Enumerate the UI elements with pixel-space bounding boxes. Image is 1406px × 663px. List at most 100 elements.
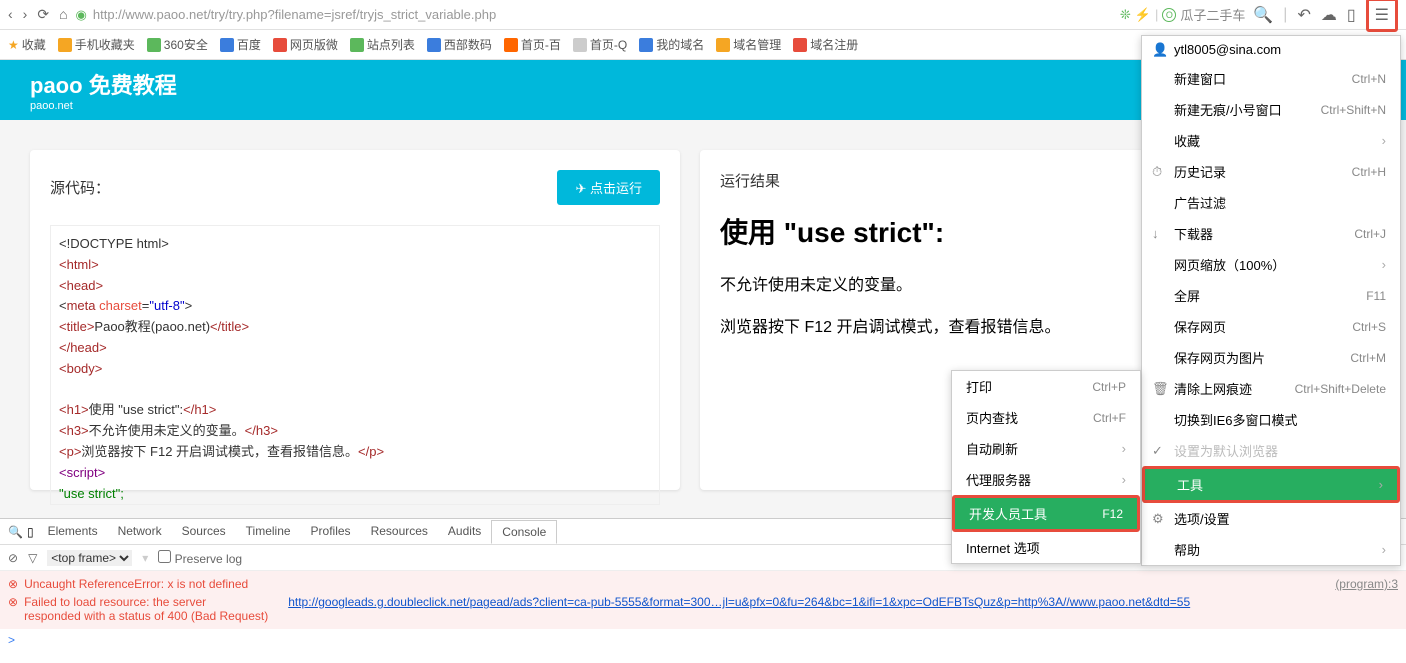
menu-item-label: 新建无痕/小号窗口 xyxy=(1174,100,1282,119)
menu-item-label: 广告过滤 xyxy=(1174,193,1226,212)
preserve-log-checkbox[interactable]: Preserve log xyxy=(158,550,242,566)
menu-item[interactable]: 全屏F11 xyxy=(1142,280,1400,311)
run-button[interactable]: ✈ 点击运行 xyxy=(557,170,660,205)
menu-shortcut: Ctrl+H xyxy=(1352,165,1386,179)
menu-item[interactable]: ⚙选项/设置 xyxy=(1142,503,1400,534)
devtools-tab[interactable]: Audits xyxy=(438,520,491,543)
console-output: ⊗ Uncaught ReferenceError: x is not defi… xyxy=(0,571,1406,629)
submenu-shortcut: Ctrl+P xyxy=(1092,380,1126,394)
reload-button[interactable]: ⟳ xyxy=(37,6,49,23)
devtools-tab[interactable]: Network xyxy=(108,520,172,543)
menu-item[interactable]: 切换到IE6多窗口模式 xyxy=(1142,404,1400,435)
devtools-tab[interactable]: Resources xyxy=(361,520,438,543)
result-title: 运行结果 xyxy=(720,170,780,191)
error-message: responded with a status of 400 (Bad Requ… xyxy=(24,609,268,623)
menu-item[interactable]: ⏱历史记录Ctrl+H xyxy=(1142,156,1400,187)
menu-item[interactable]: 新建无痕/小号窗口Ctrl+Shift+N xyxy=(1142,94,1400,125)
devtools-device-icon[interactable]: ▯ xyxy=(27,525,34,539)
menu-item-icon: ⏱ xyxy=(1152,164,1162,180)
bookmark-item[interactable]: 360安全 xyxy=(147,36,208,53)
search-icon[interactable]: 🔍 xyxy=(1253,5,1273,25)
menu-item[interactable]: 新建窗口Ctrl+N xyxy=(1142,63,1400,94)
mobile-icon[interactable]: ▯ xyxy=(1347,5,1356,25)
bookmark-item[interactable]: 百度 xyxy=(220,36,261,53)
main-menu-button[interactable]: ☰ xyxy=(1366,0,1398,32)
menu-item-label: 下载器 xyxy=(1174,224,1213,243)
menu-item[interactable]: 🗑清除上网痕迹Ctrl+Shift+Delete xyxy=(1142,373,1400,404)
menu-item[interactable]: 保存网页为图片 Ctrl+M xyxy=(1142,342,1400,373)
forward-button[interactable]: › xyxy=(23,6,28,23)
home-button[interactable]: ⌂ xyxy=(59,6,67,23)
menu-item-label: 帮助 xyxy=(1174,540,1200,559)
menu-item[interactable]: 保存网页Ctrl+S xyxy=(1142,311,1400,342)
bookmark-item[interactable]: 手机收藏夹 xyxy=(58,36,135,53)
menu-item-label: 全屏 xyxy=(1174,286,1200,305)
flash-icon: ⚡ xyxy=(1135,7,1151,23)
bookmark-item[interactable]: 西部数码 xyxy=(427,36,492,53)
submenu-label: 打印 xyxy=(966,377,992,396)
user-icon: 👤 xyxy=(1152,42,1168,58)
devtools-tab[interactable]: Elements xyxy=(38,520,108,543)
bookmark-item[interactable]: 首页-Q xyxy=(573,36,627,53)
menu-item[interactable]: ↓ 下载器 Ctrl+J xyxy=(1142,218,1400,249)
restore-icon[interactable]: ↶ xyxy=(1297,5,1310,25)
devtools-search-icon[interactable]: 🔍 xyxy=(8,525,23,539)
menu-item[interactable]: 收藏› xyxy=(1142,125,1400,156)
submenu-item[interactable]: 打印 Ctrl+P xyxy=(952,371,1140,402)
submenu-label: Internet 选项 xyxy=(966,538,1040,557)
bookmark-item[interactable]: 首页-百 xyxy=(504,36,561,53)
menu-item[interactable]: 广告过滤 xyxy=(1142,187,1400,218)
menu-item-label: 保存网页为图片 xyxy=(1174,348,1265,367)
browser-toolbar: ‹ › ⟳ ⌂ ◉ http://www.paoo.net/try/try.ph… xyxy=(0,0,1406,30)
submenu-item[interactable]: 代理服务器 › xyxy=(952,464,1140,495)
site-icon: ◉ xyxy=(76,7,87,23)
code-editor[interactable]: <!DOCTYPE html> <html> <head> <meta char… xyxy=(50,225,660,505)
frame-selector[interactable]: <top frame> xyxy=(47,550,132,566)
submenu-item[interactable]: 页内查找Ctrl+F xyxy=(952,402,1140,433)
filter-icon[interactable]: ▽ xyxy=(28,551,37,565)
menu-shortcut: Ctrl+N xyxy=(1352,72,1386,86)
menu-item-label: 切换到IE6多窗口模式 xyxy=(1174,410,1298,429)
menu-item-icon: ↓ xyxy=(1152,226,1159,241)
bookmark-item[interactable]: 域名注册 xyxy=(793,36,858,53)
chevron-right-icon: › xyxy=(1122,472,1126,487)
menu-item[interactable]: 工具› xyxy=(1145,469,1397,500)
error-url[interactable]: http://googleads.g.doubleclick.net/pagea… xyxy=(288,595,1190,623)
submenu-item[interactable]: 自动刷新› xyxy=(952,433,1140,464)
bookmark-item[interactable]: 站点列表 xyxy=(350,36,415,53)
menu-item-label: 保存网页 xyxy=(1174,317,1226,336)
submenu-label: 自动刷新 xyxy=(966,439,1018,458)
bookmark-item[interactable]: 我的域名 xyxy=(639,36,704,53)
error-message: Uncaught ReferenceError: x is not define… xyxy=(24,577,248,591)
menu-item-icon: ✓ xyxy=(1152,443,1163,459)
favorites-label[interactable]: ★收藏 xyxy=(8,36,46,53)
menu-item[interactable]: 帮助› xyxy=(1142,534,1400,565)
devtools-tab[interactable]: Timeline xyxy=(236,520,301,543)
clear-console-icon[interactable]: ⊘ xyxy=(8,551,18,565)
menu-item-label: 网页缩放（100%） xyxy=(1174,255,1285,274)
error-source[interactable]: (program):3 xyxy=(1335,577,1398,591)
devtools-tab[interactable]: Sources xyxy=(172,520,236,543)
submenu-item[interactable]: Internet 选项 xyxy=(952,532,1140,563)
address-bar[interactable]: ◉ http://www.paoo.net/try/try.php?filena… xyxy=(76,7,1112,23)
menu-shortcut: Ctrl+M xyxy=(1350,351,1386,365)
guazi-icon: O xyxy=(1162,8,1176,22)
console-prompt[interactable]: > xyxy=(0,629,1406,651)
cloud-icon[interactable]: ☁ xyxy=(1321,5,1337,25)
menu-item-label: 收藏 xyxy=(1174,131,1200,150)
source-title: 源代码： xyxy=(50,177,110,198)
menu-item[interactable]: 网页缩放（100%）› xyxy=(1142,249,1400,280)
devtools-tab[interactable]: Profiles xyxy=(301,520,361,543)
menu-item-label: 设置为默认浏览器 xyxy=(1174,441,1278,460)
back-button[interactable]: ‹ xyxy=(8,6,13,23)
menu-item[interactable]: ✓ 设置为默认浏览器 xyxy=(1142,435,1400,466)
bookmark-item[interactable]: 网页版微 xyxy=(273,36,338,53)
search-box[interactable]: ❊ ⚡ | O 瓜子二手车 xyxy=(1120,5,1246,24)
menu-shortcut: Ctrl+J xyxy=(1354,227,1386,241)
menu-account[interactable]: 👤ytl8005@sina.com xyxy=(1142,36,1400,63)
devtools-tab[interactable]: Console xyxy=(491,520,557,544)
submenu-item[interactable]: 开发人员工具F12 xyxy=(955,498,1137,529)
submenu-label: 代理服务器 xyxy=(966,470,1031,489)
bookmark-item[interactable]: 域名管理 xyxy=(716,36,781,53)
menu-item-label: 选项/设置 xyxy=(1174,509,1230,528)
